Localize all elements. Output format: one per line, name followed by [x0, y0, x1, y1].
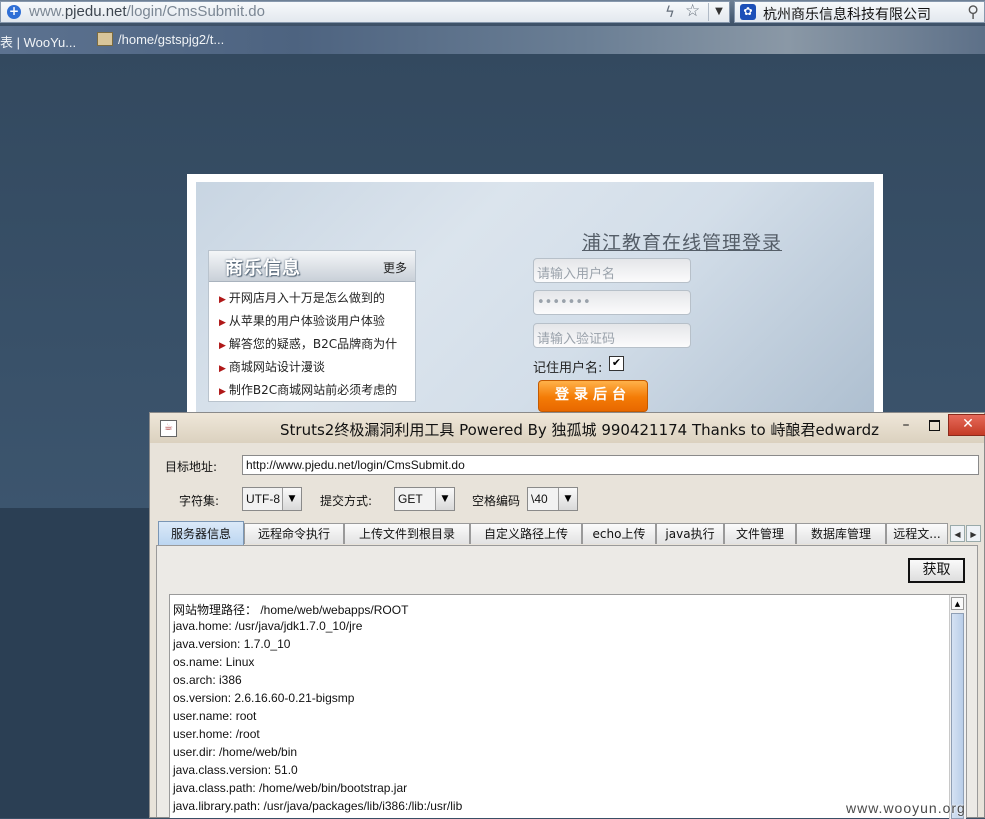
scroll-up-icon[interactable]: ▲: [951, 597, 964, 610]
window-titlebar[interactable]: ☕ Struts2终极漏洞利用工具 Powered By 独孤城 9904211…: [150, 413, 985, 443]
bookmark-star-icon[interactable]: ☆: [685, 1, 700, 21]
news-item[interactable]: ▶ 商城网站设计漫谈: [219, 358, 325, 375]
browser-toolbar: + www.pjedu.net/login/CmsSubmit.do ϟ ☆ ▼…: [0, 0, 985, 26]
bullet-arrow-icon: ▶: [219, 364, 226, 374]
output-line: os.name: Linux: [173, 655, 255, 669]
tab-file-manager[interactable]: 文件管理: [724, 523, 796, 544]
bookmark-image-icon: [97, 32, 113, 46]
captcha-input[interactable]: 请输入验证码: [533, 323, 691, 348]
search-box[interactable]: ✿ 杭州商乐信息科技有限公司 ⚲: [734, 1, 985, 23]
target-url-input[interactable]: http://www.pjedu.net/login/CmsSubmit.do: [242, 455, 979, 475]
news-more-link[interactable]: 更多: [383, 259, 407, 276]
address-bar[interactable]: + www.pjedu.net/login/CmsSubmit.do ϟ ☆ ▼: [0, 1, 730, 23]
bullet-arrow-icon: ▶: [219, 387, 226, 397]
chevron-down-icon[interactable]: ▼: [435, 488, 454, 510]
bullet-arrow-icon: ▶: [219, 295, 226, 305]
bullet-arrow-icon: ▶: [219, 318, 226, 328]
tab-remote-file[interactable]: 远程文...: [886, 523, 948, 544]
tab-server-info[interactable]: 服务器信息: [158, 521, 244, 545]
bookmark-wooyun[interactable]: 表 | WooYu...: [0, 32, 76, 51]
url-domain: pjedu.net: [64, 3, 127, 20]
baidu-paw-icon[interactable]: ✿: [740, 4, 756, 20]
window-title: Struts2终极漏洞利用工具 Powered By 独孤城 990421174…: [280, 421, 879, 439]
close-button[interactable]: ✕: [948, 414, 985, 436]
url-history-dropdown[interactable]: ▼: [708, 3, 729, 21]
password-input[interactable]: •••••••: [533, 290, 691, 315]
target-label: 目标地址:: [165, 460, 218, 474]
minimize-button[interactable]: –: [894, 417, 918, 437]
fetch-button[interactable]: 获取: [908, 558, 965, 583]
charset-select[interactable]: UTF-8 ▼: [242, 487, 302, 511]
news-item[interactable]: ▶ 制作B2C商城网站前必须考虑的: [219, 381, 397, 398]
space-encoding-label: 空格编码: [472, 494, 521, 508]
tab-bar: 服务器信息 远程命令执行 上传文件到根目录 自定义路径上传 echo上传 jav…: [158, 521, 984, 545]
news-item[interactable]: ▶ 开网店月入十万是怎么做到的: [219, 289, 385, 306]
url-prefix: www.: [29, 3, 65, 20]
maximize-icon: [929, 420, 940, 431]
news-header: 商乐信息 更多: [209, 251, 415, 282]
output-line: java.library.path: /usr/java/packages/li…: [173, 799, 463, 813]
login-button[interactable]: 登录后台: [538, 380, 648, 412]
lightning-icon[interactable]: ϟ: [665, 3, 675, 21]
charset-label: 字符集:: [179, 494, 220, 508]
tab-scroll-right-icon[interactable]: ▶: [966, 525, 981, 542]
news-box: 商乐信息 更多 ▶ 开网店月入十万是怎么做到的 ▶ 从苹果的用户体验谈用户体验 ▶ 解…: [208, 250, 416, 402]
vertical-scrollbar[interactable]: ▲: [949, 595, 966, 819]
output-line: java.class.path: /home/web/bin/bootstrap…: [173, 781, 408, 795]
page-background-lower: [0, 508, 150, 818]
output-line: os.version: 2.6.16.60-0.21-bigsmp: [173, 691, 355, 705]
output-line: user.dir: /home/web/bin: [173, 745, 298, 759]
server-info-panel: 获取 网站物理路径： /home/web/webapps/ROOT java.h…: [156, 545, 978, 819]
method-label: 提交方式:: [320, 494, 373, 508]
url-path: /login/CmsSubmit.do: [126, 3, 265, 20]
chevron-down-icon[interactable]: ▼: [558, 488, 577, 510]
news-title: 商乐信息: [225, 258, 301, 279]
remember-checkbox[interactable]: ✔: [609, 356, 624, 371]
login-panel: 商乐信息 更多 ▶ 开网店月入十万是怎么做到的 ▶ 从苹果的用户体验谈用户体验 ▶ 解…: [196, 182, 874, 414]
struts2-tool-window: ☕ Struts2终极漏洞利用工具 Powered By 独孤城 9904211…: [149, 412, 985, 819]
tab-remote-command[interactable]: 远程命令执行: [244, 523, 344, 544]
username-input[interactable]: 请输入用户名: [533, 258, 691, 283]
tab-scroll-left-icon[interactable]: ◀: [950, 525, 965, 542]
search-icon[interactable]: ⚲: [967, 2, 979, 21]
address-text[interactable]: www.pjedu.net/login/CmsSubmit.do: [29, 3, 265, 20]
output-line: 网站物理路径： /home/web/webapps/ROOT: [173, 603, 409, 617]
bookmark-home-path[interactable]: /home/gstspjg2/t...: [118, 32, 224, 47]
tab-custom-upload[interactable]: 自定义路径上传: [470, 523, 582, 544]
output-line: user.name: root: [173, 709, 257, 723]
java-app-icon[interactable]: ☕: [160, 420, 177, 437]
maximize-button[interactable]: [922, 417, 946, 437]
bullet-arrow-icon: ▶: [219, 341, 226, 351]
scrollbar-thumb[interactable]: [951, 613, 964, 819]
space-encoding-select[interactable]: \40 ▼: [527, 487, 578, 511]
watermark: www.wooyun.org: [846, 800, 966, 816]
tab-db-manager[interactable]: 数据库管理: [796, 523, 886, 544]
output-line: user.home: /root: [173, 727, 260, 741]
news-item[interactable]: ▶ 从苹果的用户体验谈用户体验: [219, 312, 385, 329]
output-line: java.home: /usr/java/jdk1.7.0_10/jre: [173, 619, 363, 633]
method-select[interactable]: GET ▼: [394, 487, 455, 511]
bookmarks-bar: 表 | WooYu... /home/gstspjg2/t...: [0, 26, 985, 54]
chevron-down-icon[interactable]: ▼: [282, 488, 301, 510]
news-item[interactable]: ▶ 解答您的疑惑，B2C品牌商为什: [219, 335, 397, 352]
tab-echo-upload[interactable]: echo上传: [582, 523, 656, 544]
tab-java-exec[interactable]: java执行: [656, 523, 724, 544]
tab-upload-root[interactable]: 上传文件到根目录: [344, 523, 470, 544]
login-frame: 商乐信息 更多 ▶ 开网店月入十万是怎么做到的 ▶ 从苹果的用户体验谈用户体验 ▶ 解…: [187, 174, 883, 414]
output-line: java.class.version: 51.0: [173, 763, 298, 777]
server-info-output[interactable]: 网站物理路径： /home/web/webapps/ROOT java.home…: [169, 594, 967, 819]
remember-label: 记住用户名:: [533, 361, 603, 376]
search-input[interactable]: 杭州商乐信息科技有限公司: [763, 4, 931, 24]
output-line: java.version: 1.7.0_10: [173, 637, 291, 651]
output-line: os.arch: i386: [173, 673, 242, 687]
login-title: 浦江教育在线管理登录: [582, 232, 783, 254]
site-identity-icon[interactable]: +: [7, 5, 21, 19]
